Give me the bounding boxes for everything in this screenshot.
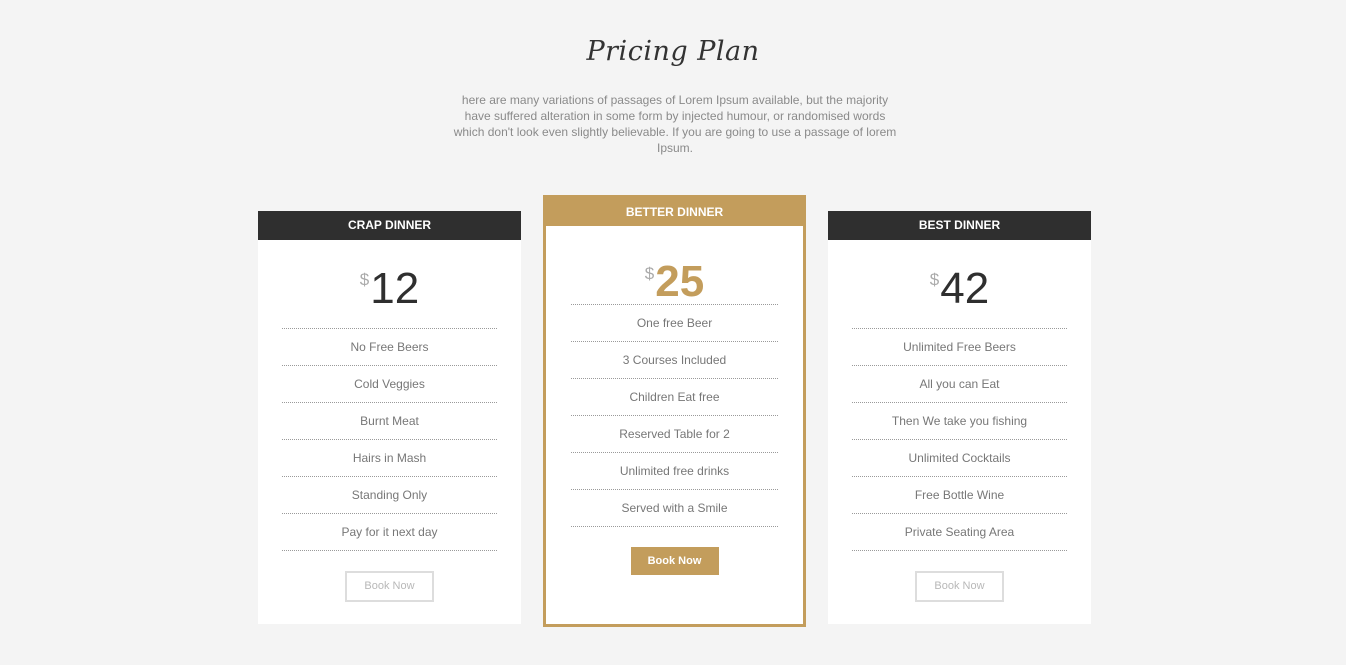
currency-symbol: $: [359, 270, 370, 289]
feature-list: One free Beer 3 Courses Included Childre…: [571, 304, 778, 527]
feature-item: Children Eat free: [571, 379, 778, 416]
price-amount: 25: [655, 257, 705, 306]
feature-item: Unlimited Cocktails: [852, 440, 1067, 477]
pricing-card-best-dinner: BEST DINNER $42 Unlimited Free Beers All…: [828, 211, 1091, 624]
book-now-button[interactable]: Book Now: [915, 571, 1004, 602]
pricing-card-crap-dinner: CRAP DINNER $12 No Free Beers Cold Veggi…: [258, 211, 521, 624]
plan-price: $25: [546, 226, 803, 306]
price-amount: 12: [370, 264, 420, 313]
book-now-button[interactable]: Book Now: [630, 547, 719, 575]
section-intro: here are many variations of passages of …: [453, 93, 897, 155]
feature-item: Standing Only: [282, 477, 497, 514]
plan-price: $12: [258, 240, 521, 328]
plan-name: BEST DINNER: [828, 211, 1091, 240]
book-now-button[interactable]: Book Now: [345, 571, 434, 602]
feature-item: Pay for it next day: [282, 514, 497, 551]
feature-list: No Free Beers Cold Veggies Burnt Meat Ha…: [282, 328, 497, 551]
currency-symbol: $: [929, 270, 940, 289]
price-amount: 42: [940, 264, 990, 313]
feature-item: Private Seating Area: [852, 514, 1067, 551]
currency-symbol: $: [644, 264, 655, 283]
plan-price: $42: [828, 240, 1091, 328]
feature-item: No Free Beers: [282, 329, 497, 366]
feature-item: Cold Veggies: [282, 366, 497, 403]
feature-item: Served with a Smile: [571, 490, 778, 527]
feature-item: Reserved Table for 2: [571, 416, 778, 453]
feature-item: Hairs in Mash: [282, 440, 497, 477]
feature-item: Then We take you fishing: [852, 403, 1067, 440]
plan-name: CRAP DINNER: [258, 211, 521, 240]
feature-list: Unlimited Free Beers All you can Eat The…: [852, 328, 1067, 551]
feature-item: Unlimited Free Beers: [852, 329, 1067, 366]
feature-item: Free Bottle Wine: [852, 477, 1067, 514]
pricing-section: Pricing Plan here are many variations of…: [0, 0, 1346, 665]
feature-item: All you can Eat: [852, 366, 1067, 403]
feature-item: Unlimited free drinks: [571, 453, 778, 490]
pricing-card-better-dinner: BETTER DINNER $25 One free Beer 3 Course…: [543, 195, 806, 627]
plan-name: BETTER DINNER: [546, 198, 803, 226]
feature-item: 3 Courses Included: [571, 342, 778, 379]
feature-item: Burnt Meat: [282, 403, 497, 440]
section-title: Pricing Plan: [586, 36, 760, 67]
feature-item: One free Beer: [571, 305, 778, 342]
